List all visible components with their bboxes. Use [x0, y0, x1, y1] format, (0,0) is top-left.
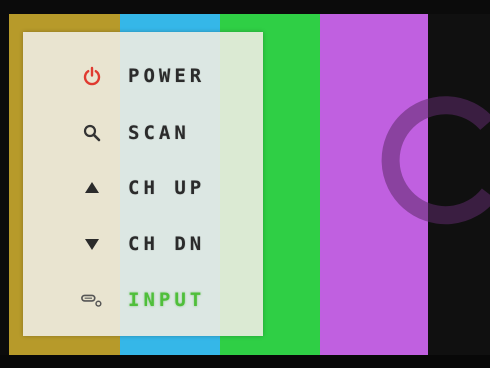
menu-item-label: CH UP	[128, 177, 206, 199]
bottom-bezel	[0, 355, 490, 368]
menu-item-label: POWER	[128, 65, 206, 87]
menu-item-label: CH DN	[128, 233, 206, 255]
tv-frame: POWER SCAN CH UP CH DN INPUT	[0, 0, 490, 368]
menu-item-scan[interactable]: SCAN	[23, 113, 263, 153]
menu-item-power[interactable]: POWER	[23, 56, 263, 96]
search-icon	[81, 122, 103, 144]
menu-item-ch-up[interactable]: CH UP	[23, 168, 263, 208]
menu-item-ch-dn[interactable]: CH DN	[23, 224, 263, 264]
circular-logo-watermark-icon	[381, 96, 490, 225]
triangle-up-icon	[81, 177, 103, 199]
tv-screen: POWER SCAN CH UP CH DN INPUT	[9, 14, 490, 355]
triangle-down-icon	[81, 233, 103, 255]
osd-menu: POWER SCAN CH UP CH DN INPUT	[23, 32, 263, 336]
power-icon	[81, 65, 103, 87]
input-source-icon	[81, 289, 103, 311]
menu-item-label: INPUT	[128, 289, 206, 311]
menu-item-input[interactable]: INPUT	[23, 280, 263, 320]
menu-item-label: SCAN	[128, 122, 190, 144]
